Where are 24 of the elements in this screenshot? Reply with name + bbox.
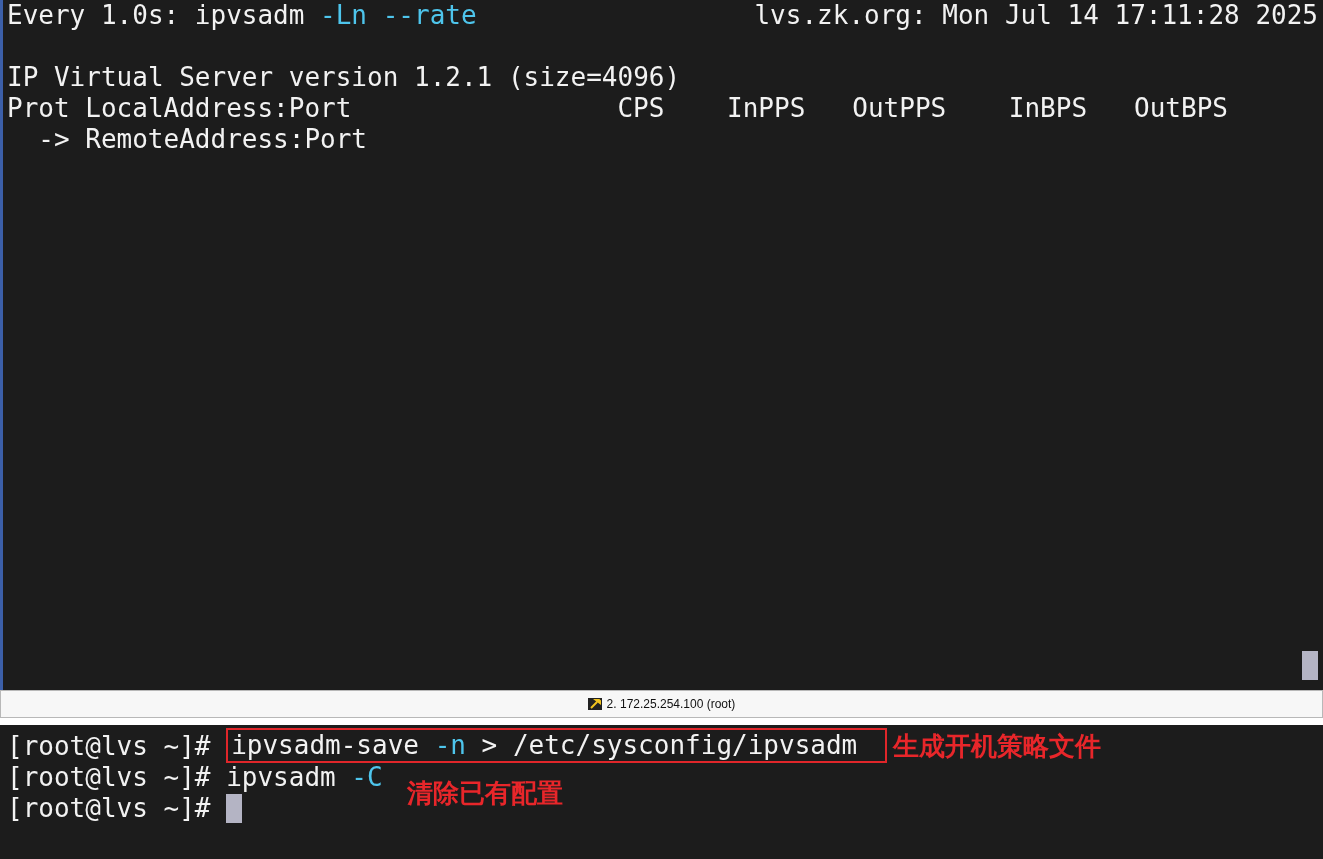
column-header: OutPPS <box>852 93 947 124</box>
sub-header-text: -> RemoteAddress:Port <box>38 124 368 155</box>
option-text: -Ln --rate <box>320 0 477 31</box>
prompt-text: [root@lvs ~]# <box>7 731 211 762</box>
annotation-text: 生成开机策略文件 <box>893 731 1102 762</box>
command-text: ipvsadm-save <box>231 730 419 761</box>
host-time-text: lvs.zk.org: Mon Jul 14 17:11:28 2025 <box>754 0 1318 31</box>
prompt-text: [root@lvs ~]# <box>7 793 211 824</box>
column-header: Prot LocalAddress:Port <box>7 93 352 124</box>
option-text: -n <box>434 730 466 761</box>
column-header: CPS <box>617 93 665 124</box>
prompt-text: [root@lvs ~]# <box>7 762 211 793</box>
session-tab[interactable]: 2. 172.25.254.100 (root) <box>0 690 1323 718</box>
cursor-block <box>1302 651 1318 680</box>
column-header: InPPS <box>727 93 806 124</box>
command-text: Every 1.0s: ipvsadm <box>7 0 305 31</box>
version-text: IP Virtual Server version 1.2.1 (size=4096) <box>7 62 681 93</box>
command-text: > /etc/sysconfig/ipvsadm <box>481 730 858 761</box>
command-text: ipvsadm <box>226 762 336 793</box>
option-text: -C <box>351 762 383 793</box>
column-header: InBPS <box>1008 93 1088 124</box>
column-header: OutBPS <box>1134 93 1228 124</box>
annotation-text: 清除已有配置 <box>407 778 563 809</box>
tab-title: 2. 172.25.254.100 (root) <box>606 697 736 711</box>
